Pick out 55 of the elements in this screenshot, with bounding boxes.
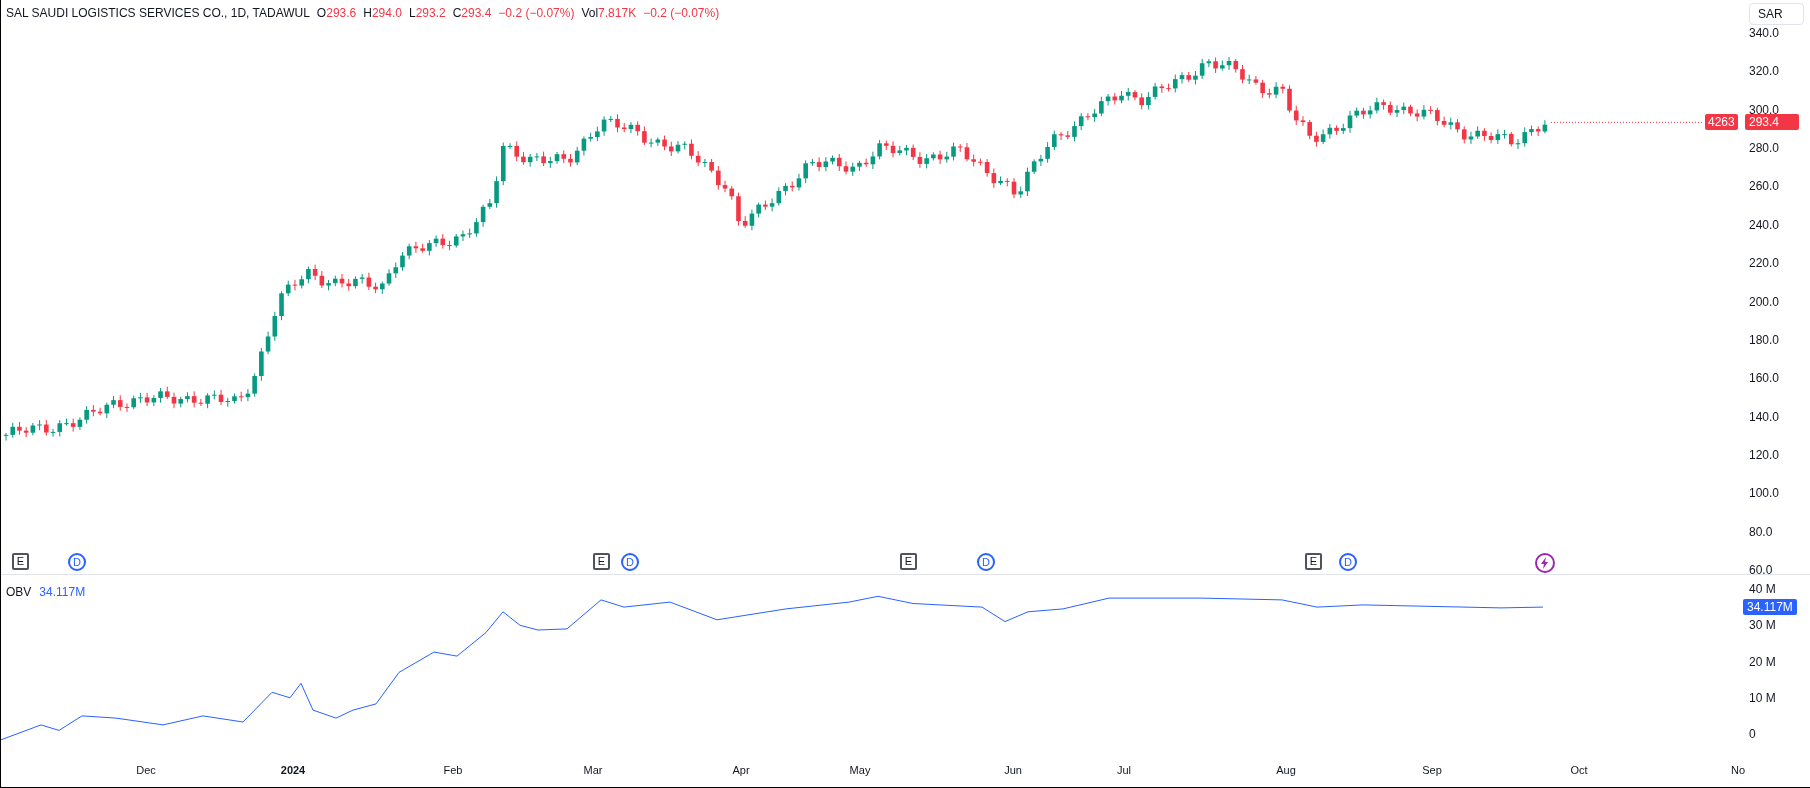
dividend-marker[interactable]: D <box>977 553 995 571</box>
symbol-title: SAL SAUDI LOGISTICS SERVICES CO., 1D, TADAWUL <box>6 5 310 22</box>
time-axis-label: Aug <box>1276 763 1296 778</box>
time-axis-label: 2024 <box>280 763 306 778</box>
ohlc-value: H294.0 <box>363 5 402 22</box>
last-price-badge: 293.4 <box>1745 114 1799 130</box>
ohlc-value: O293.6 <box>316 5 357 22</box>
price-axis-label: 220.0 <box>1749 256 1780 271</box>
price-axis-label: 120.0 <box>1749 447 1780 462</box>
price-axis-label: 340.0 <box>1749 26 1780 40</box>
ohlc-value: C293.4 <box>452 5 492 22</box>
time-axis-label: Mar <box>583 763 603 778</box>
time-axis-label: Sep <box>1422 763 1442 778</box>
obv-axis-label: 30 M <box>1749 618 1776 633</box>
dividend-marker[interactable]: D <box>68 553 86 571</box>
price-axis-label: 200.0 <box>1749 294 1780 309</box>
price-axis-label: 80.0 <box>1749 524 1773 539</box>
currency-button[interactable]: SAR <box>1749 3 1804 25</box>
price-axis-label: 60.0 <box>1749 563 1773 578</box>
obv-axis-label: 40 M <box>1749 582 1776 596</box>
time-axis-label: Oct <box>1570 763 1588 778</box>
indicator-name: OBV <box>6 584 32 601</box>
lightning-icon[interactable] <box>1535 553 1555 573</box>
countdown-badge: 4263 <box>1705 114 1738 130</box>
time-axis-label: Feb <box>443 763 463 778</box>
earnings-marker[interactable]: E <box>593 553 610 570</box>
earnings-marker[interactable]: E <box>1305 553 1322 570</box>
obv-axis-label: 0 <box>1749 727 1756 742</box>
dividend-marker[interactable]: D <box>1339 553 1357 571</box>
obv-axis-label: 10 M <box>1749 690 1776 705</box>
price-axis-label: 260.0 <box>1749 179 1780 194</box>
price-axis-label: 280.0 <box>1749 141 1780 156</box>
indicator-value: 34.117M <box>39 584 86 601</box>
time-axis-label: Jun <box>1004 763 1022 778</box>
dividend-marker[interactable]: D <box>621 553 639 571</box>
earnings-marker[interactable]: E <box>900 553 917 570</box>
time-axis-label: Jul <box>1116 763 1132 778</box>
price-axis-label: 100.0 <box>1749 486 1780 501</box>
volume-change: −0.2 (−0.07%) <box>643 5 720 22</box>
obv-axis-label: 20 M <box>1749 654 1776 669</box>
time-axis-label: No <box>1730 763 1746 778</box>
price-axis-label: 240.0 <box>1749 217 1780 232</box>
price-axis-label: 180.0 <box>1749 332 1780 347</box>
price-axis-label: 160.0 <box>1749 371 1780 386</box>
price-axis-label: 320.0 <box>1749 64 1780 79</box>
earnings-marker[interactable]: E <box>12 553 29 570</box>
time-axis-label: Dec <box>136 763 156 778</box>
price-axis-label: 140.0 <box>1749 409 1780 424</box>
price-change: −0.2 (−0.07%) <box>498 5 575 22</box>
time-axis-label: May <box>849 763 871 778</box>
obv-value-badge: 34.117M <box>1743 599 1797 615</box>
price-axis-label: 300.0 <box>1749 102 1780 117</box>
ohlc-value: L293.2 <box>408 5 446 22</box>
volume-value: Vol7.817K <box>581 5 637 22</box>
time-axis-label: Apr <box>732 763 750 778</box>
